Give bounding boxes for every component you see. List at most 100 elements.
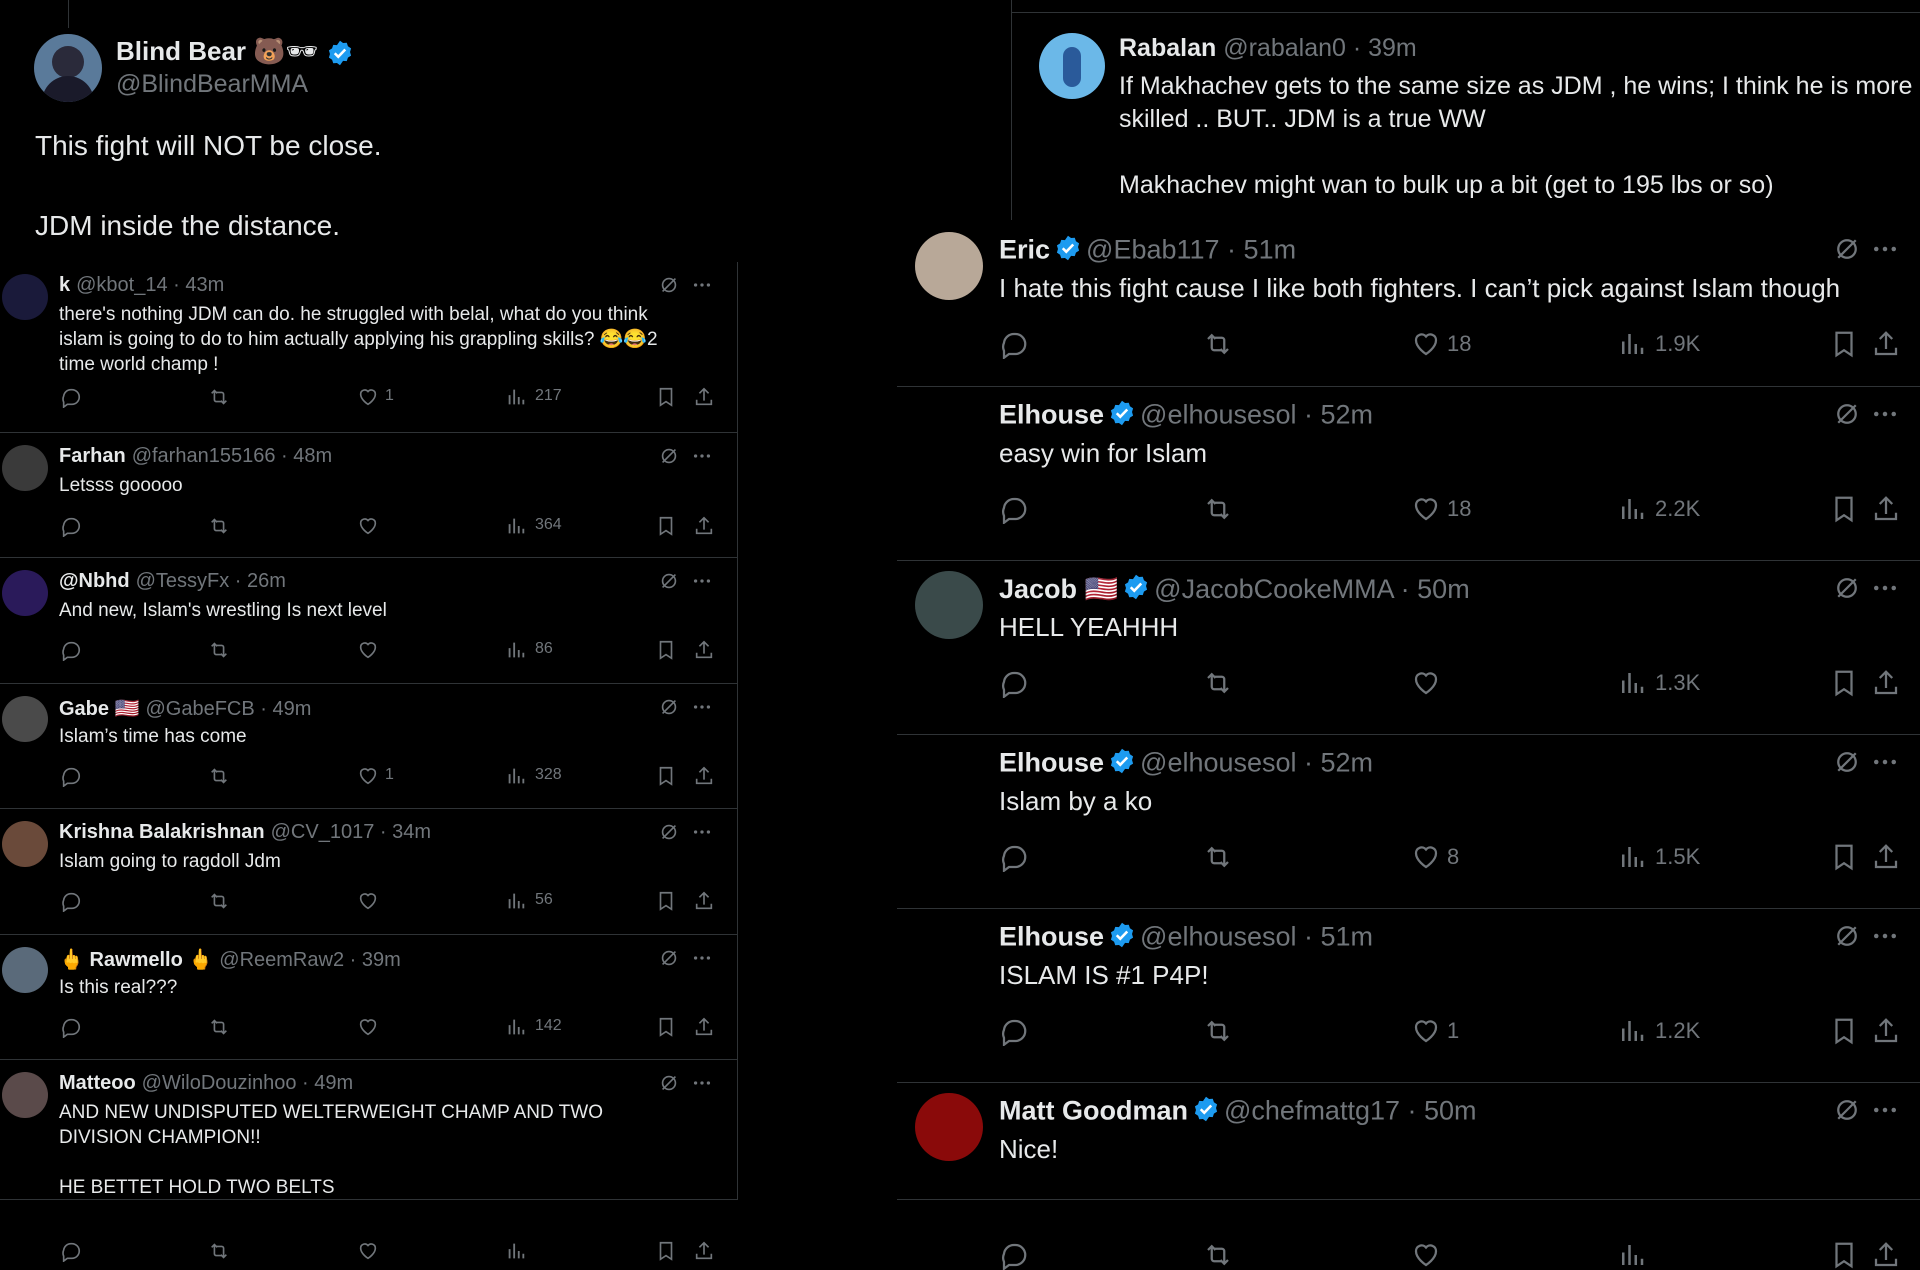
avatar[interactable] [915, 919, 983, 987]
reply-meta[interactable]: @rabalan0 · 39m [1223, 34, 1417, 62]
like-icon[interactable] [1411, 668, 1441, 698]
reply-tweet[interactable]: 🖕 Rawmello 🖕 @ReemRaw2 · 39m Is this real?… [0, 935, 737, 1060]
views-icon[interactable] [1617, 494, 1647, 524]
more-icon[interactable] [691, 274, 713, 296]
avatar[interactable] [1039, 33, 1105, 99]
more-icon[interactable] [691, 445, 713, 467]
avatar[interactable] [2, 947, 48, 993]
bookmark-icon[interactable] [655, 765, 677, 787]
views-icon[interactable] [505, 386, 527, 408]
bookmark-icon[interactable] [1829, 842, 1859, 872]
bookmark-icon[interactable] [1829, 1240, 1859, 1270]
bookmark-icon[interactable] [655, 1240, 677, 1262]
more-icon[interactable] [691, 1072, 713, 1094]
reply-meta[interactable]: @CV_1017 · 34m [271, 821, 431, 843]
reply-icon[interactable] [999, 1016, 1029, 1046]
reply-meta[interactable]: @kbot_14 · 43m [76, 274, 224, 296]
grok-icon[interactable] [658, 445, 680, 467]
author-handle[interactable]: @BlindBearMMA [116, 70, 308, 99]
grok-icon[interactable] [658, 274, 680, 296]
avatar[interactable] [2, 570, 48, 616]
avatar[interactable] [915, 1093, 983, 1161]
like-icon[interactable] [1411, 1016, 1441, 1046]
repost-icon[interactable] [208, 639, 230, 661]
share-icon[interactable] [1871, 1016, 1901, 1046]
repost-icon[interactable] [208, 1240, 230, 1262]
like-icon[interactable] [357, 639, 379, 661]
bookmark-icon[interactable] [655, 1016, 677, 1038]
like-icon[interactable] [1411, 842, 1441, 872]
author-name[interactable]: Farhan [59, 445, 126, 467]
bookmark-icon[interactable] [1829, 494, 1859, 524]
share-icon[interactable] [693, 1240, 715, 1262]
grok-icon[interactable] [1832, 1095, 1862, 1125]
share-icon[interactable] [1871, 494, 1901, 524]
author-name[interactable]: Elhouse [999, 400, 1104, 430]
reply-tweet[interactable]: @Nbhd @TessyFx · 26m And new, Islam's wres… [0, 558, 737, 684]
avatar[interactable] [34, 34, 102, 102]
bookmark-icon[interactable] [655, 386, 677, 408]
avatar[interactable] [2, 696, 48, 742]
avatar[interactable] [915, 571, 983, 639]
more-icon[interactable] [1870, 234, 1900, 264]
grok-icon[interactable] [1832, 234, 1862, 264]
reply-icon[interactable] [999, 494, 1029, 524]
reply-icon[interactable] [60, 765, 82, 787]
grok-icon[interactable] [658, 696, 680, 718]
repost-icon[interactable] [1203, 668, 1233, 698]
reply-icon[interactable] [60, 639, 82, 661]
repost-icon[interactable] [208, 765, 230, 787]
reply-tweet[interactable]: Elhouse @elhousesol · 51m ISLAM IS #1 P4P!… [897, 909, 1920, 1083]
reply-meta[interactable]: @elhousesol · 52m [1140, 400, 1373, 430]
author-name[interactable]: Matteoo [59, 1072, 136, 1094]
views-icon[interactable] [1617, 1016, 1647, 1046]
views-icon[interactable] [505, 890, 527, 912]
grok-icon[interactable] [1832, 399, 1862, 429]
views-icon[interactable] [505, 1240, 527, 1262]
author-name[interactable]: k [59, 274, 70, 296]
more-icon[interactable] [1870, 747, 1900, 777]
reply-meta[interactable]: @ReemRaw2 · 39m [219, 949, 400, 971]
grok-icon[interactable] [658, 570, 680, 592]
views-icon[interactable] [1617, 329, 1647, 359]
share-icon[interactable] [693, 639, 715, 661]
bookmark-icon[interactable] [1829, 1016, 1859, 1046]
more-icon[interactable] [1870, 573, 1900, 603]
grok-icon[interactable] [1832, 573, 1862, 603]
repost-icon[interactable] [208, 386, 230, 408]
views-icon[interactable] [505, 639, 527, 661]
bookmark-icon[interactable] [655, 639, 677, 661]
bookmark-icon[interactable] [655, 515, 677, 537]
share-icon[interactable] [1871, 842, 1901, 872]
reply-tweet[interactable]: Jacob 🇺🇸 @JacobCookeMMA · 50m HELL YEAHHH 1… [897, 561, 1920, 735]
share-icon[interactable] [693, 515, 715, 537]
reply-tweet[interactable]: Elhouse @elhousesol · 52m easy win for Isl… [897, 387, 1920, 561]
reply-tweet[interactable]: Krishna Balakrishnan @CV_1017 · 34m Islam … [0, 809, 737, 935]
reply-meta[interactable]: @GabeFCB · 49m [145, 698, 311, 720]
reply-meta[interactable]: @TessyFx · 26m [136, 570, 286, 592]
share-icon[interactable] [693, 1016, 715, 1038]
repost-icon[interactable] [1203, 494, 1233, 524]
author-name[interactable]: Jacob 🇺🇸 [999, 574, 1118, 604]
more-icon[interactable] [691, 570, 713, 592]
author-name[interactable]: Eric [999, 235, 1050, 265]
reply-tweet[interactable]: Elhouse @elhousesol · 52m Islam by a ko 8 1.… [897, 735, 1920, 909]
author-name[interactable]: 🖕 Rawmello 🖕 [59, 949, 213, 971]
author-name[interactable]: Blind Bear [116, 36, 246, 66]
avatar[interactable] [2, 274, 48, 320]
reply-meta[interactable]: @elhousesol · 51m [1140, 922, 1373, 952]
bookmark-icon[interactable] [1829, 668, 1859, 698]
more-icon[interactable] [691, 821, 713, 843]
like-icon[interactable] [357, 890, 379, 912]
avatar[interactable] [2, 821, 48, 867]
reply-meta[interactable]: @elhousesol · 52m [1140, 748, 1373, 778]
reply-tweet[interactable]: k @kbot_14 · 43m there's nothing JDM can d… [0, 262, 737, 433]
reply-meta[interactable]: @JacobCookeMMA · 50m [1154, 574, 1470, 604]
reply-meta[interactable]: @chefmattg17 · 50m [1224, 1096, 1477, 1126]
avatar[interactable] [915, 745, 983, 813]
repost-icon[interactable] [1203, 1240, 1233, 1270]
more-icon[interactable] [1870, 399, 1900, 429]
avatar[interactable] [2, 445, 48, 491]
author-name[interactable]: Elhouse [999, 748, 1104, 778]
more-icon[interactable] [1870, 921, 1900, 951]
